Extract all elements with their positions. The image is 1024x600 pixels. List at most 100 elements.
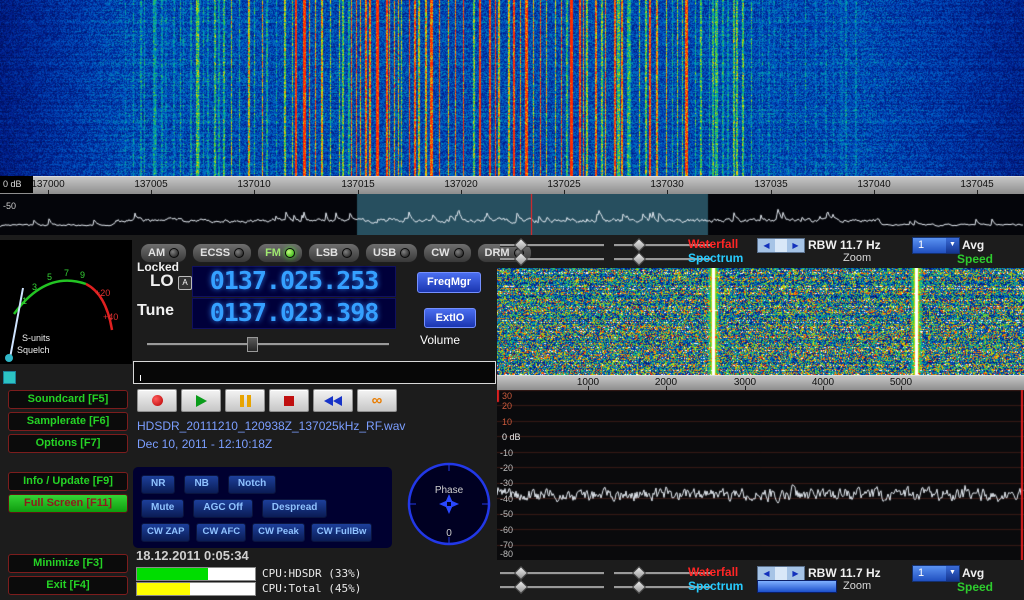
af-spectrum-canvas[interactable] [497,390,1024,560]
minimize-button[interactable]: Minimize [F3] [8,554,128,573]
mode-label: FM [265,247,281,259]
smeter-tick-label: 9 [80,270,85,280]
cpu-hdsdr-bar [136,567,256,581]
nr-button[interactable]: NR [141,475,175,494]
scroll-track[interactable] [775,239,787,252]
af-spectrum-contrast-slider[interactable] [500,255,604,263]
tune-frequency-display[interactable]: 0137.023.398 [192,298,396,329]
loop-button[interactable]: ∞ [357,389,397,412]
af2-waterfall-contrast-slider[interactable] [500,569,604,577]
fullscreen-button[interactable]: Full Screen [F11] [8,494,128,513]
cw-afc-button[interactable]: CW AFC [196,523,246,542]
af-waterfall-canvas[interactable] [497,268,1024,375]
slider-thumb[interactable] [632,566,646,580]
s-units-label: S-units [22,333,51,343]
squelch-handle[interactable] [3,371,16,384]
cw-peak-button[interactable]: CW Peak [252,523,305,542]
lo-frequency-display[interactable]: 0137.025.253 [192,266,396,297]
slider-thumb[interactable] [247,337,258,352]
volume-slider[interactable] [147,340,389,348]
info-update-button[interactable]: Info / Update [F9] [8,472,128,491]
af-avg-dropdown[interactable]: 1 ▼ [912,237,960,254]
mute-button[interactable]: Mute [141,499,184,518]
ruler-label: 137040 [850,179,898,190]
rf-db-scale-mid: -50 [3,201,16,211]
af-avg-label: Avg [962,238,984,252]
cpu-total-bar [136,582,256,596]
af2-avg-dropdown[interactable]: 1 ▼ [912,565,960,582]
mode-led-icon [169,248,179,258]
rf-spectrum-canvas[interactable] [0,194,1024,235]
lock-badge: A [178,276,192,290]
avg-value: 1 [913,566,946,581]
cw-zap-button[interactable]: CW ZAP [141,523,190,542]
mode-fm[interactable]: FM [257,243,303,263]
af2-zoom-slider[interactable] [757,580,837,593]
rewind-button[interactable] [313,389,353,412]
slider-thumb[interactable] [632,580,646,594]
mode-usb[interactable]: USB [365,243,418,263]
af-db-label: 30 [502,391,512,401]
scroll-track[interactable] [775,567,787,580]
freqmgr-button[interactable]: FreqMgr [417,272,481,293]
soundcard-button[interactable]: Soundcard [F5] [8,390,128,409]
af2-speed-label: Speed [957,580,993,594]
scroll-right-icon[interactable]: ▶ [787,239,804,252]
slider-thumb[interactable] [632,252,646,266]
smeter-tick-label: +40 [103,312,118,322]
smeter-tick-label: 7 [64,268,69,278]
options-button[interactable]: Options [F7] [8,434,128,453]
dropdown-arrow-icon[interactable]: ▼ [946,566,959,581]
rf-waterfall-canvas[interactable] [0,0,1024,176]
cpu-total-label: CPU:Total (45%) [262,582,361,595]
notch-button[interactable]: Notch [228,475,276,494]
af-db-label: -50 [500,509,513,519]
rf-db-scale-top: 0 dB [0,176,33,193]
rf-frequency-ruler[interactable]: 137000 137005 137010 137015 137020 13702… [0,176,1024,196]
scroll-right-icon[interactable]: ▶ [787,567,804,580]
af-scroll-control[interactable]: ◀ ▶ [757,238,805,253]
ruler-label: 137025 [540,179,588,190]
scroll-left-icon[interactable]: ◀ [758,239,775,252]
squelch-label: Squelch [17,345,50,355]
mode-lsb[interactable]: LSB [308,243,360,263]
af2-scroll-control[interactable]: ◀ ▶ [757,566,805,581]
ruler-label: 137030 [643,179,691,190]
mode-led-icon [234,248,244,258]
mode-ecss[interactable]: ECSS [192,243,252,263]
mode-label: USB [373,247,396,259]
cw-fullbw-button[interactable]: CW FullBw [311,523,373,542]
mode-cw[interactable]: CW [423,243,471,263]
record-button[interactable] [137,389,177,412]
agc-off-button[interactable]: AGC Off [193,499,252,518]
mode-led-icon [285,248,295,258]
phase-value: 0 [446,528,452,539]
record-icon [152,395,163,406]
slider-thumb[interactable] [632,238,646,252]
play-button[interactable] [181,389,221,412]
extio-button[interactable]: ExtIO [424,308,476,328]
slider-thumb[interactable] [514,566,528,580]
play-icon [196,395,207,407]
af2-waterfall-label: Waterfall [688,565,738,579]
scroll-left-icon[interactable]: ◀ [758,567,775,580]
samplerate-button[interactable]: Samplerate [F6] [8,412,128,431]
slider-thumb[interactable] [514,580,528,594]
af2-spectrum-contrast-slider[interactable] [500,583,604,591]
stop-button[interactable] [269,389,309,412]
recorder-controls: ∞ [137,389,397,412]
exit-button[interactable]: Exit [F4] [8,576,128,595]
af-waterfall-contrast-slider[interactable] [500,241,604,249]
ruler-label: 137005 [127,179,175,190]
slider-track [147,343,389,345]
nb-button[interactable]: NB [184,475,218,494]
mode-label: CW [431,247,449,259]
mode-led-icon [400,248,410,258]
slider-thumb[interactable] [514,252,528,266]
ruler-label: 137020 [437,179,485,190]
dropdown-arrow-icon[interactable]: ▼ [946,238,959,253]
pause-button[interactable] [225,389,265,412]
smeter-tick-label: 3 [32,282,37,292]
loop-icon: ∞ [372,393,383,408]
despread-button[interactable]: Despread [262,499,328,518]
